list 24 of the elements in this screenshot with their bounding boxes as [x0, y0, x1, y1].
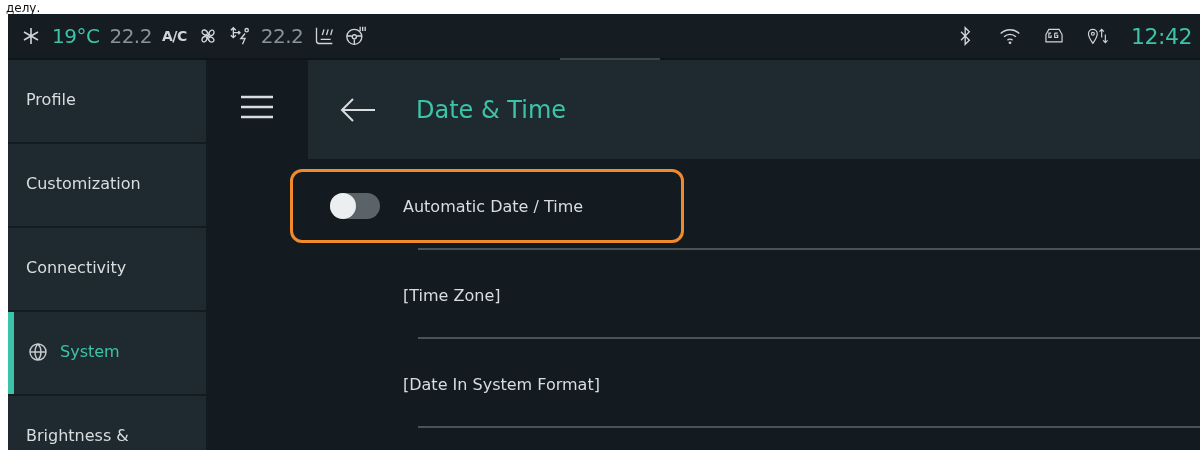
- toggle-switch[interactable]: [330, 193, 380, 219]
- setting-row[interactable]: [Time Zone]: [290, 258, 684, 332]
- ac-button[interactable]: A/C: [161, 28, 187, 44]
- menu-icon[interactable]: [241, 94, 273, 120]
- heated-steering-wheel-icon[interactable]: [345, 26, 368, 46]
- wifi-icon[interactable]: [999, 26, 1022, 46]
- heated-seat-icon[interactable]: [313, 26, 336, 46]
- sidebar-item[interactable]: Connectivity: [8, 228, 206, 310]
- sidebar-item[interactable]: Customization: [8, 144, 206, 226]
- caption-text: делу.: [6, 2, 41, 14]
- setting-row[interactable]: [Date In System Format]: [290, 347, 684, 421]
- sidebar-item[interactable]: Brightness &: [8, 396, 206, 450]
- setting-row[interactable]: Automatic Date / Time: [290, 169, 684, 243]
- sidebar-item[interactable]: System: [8, 312, 206, 394]
- sidebar-item[interactable]: Profile: [8, 60, 206, 142]
- location-arrows-icon[interactable]: [1087, 26, 1110, 46]
- temperature-reading: 22.2: [260, 24, 304, 48]
- clock-time: 12:42: [1131, 23, 1192, 49]
- page-title: Date & Time: [416, 95, 567, 124]
- driver-temperature: 19°C: [52, 24, 100, 48]
- temperature-reading: 22.2: [109, 24, 152, 48]
- globe-icon: [28, 342, 48, 362]
- airflow-seat-icon[interactable]: [228, 26, 251, 46]
- back-arrow-icon[interactable]: [340, 96, 376, 123]
